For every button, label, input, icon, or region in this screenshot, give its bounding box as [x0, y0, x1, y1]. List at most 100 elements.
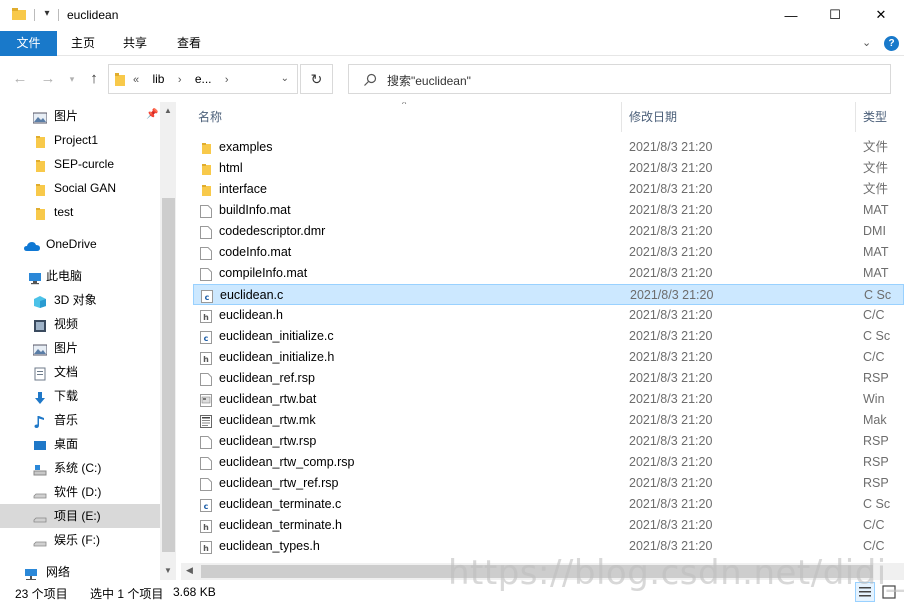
scrollbar-thumb[interactable]: [162, 198, 175, 552]
file-row[interactable]: codedescriptor.dmr 2021/8/3 21:20 DMI: [193, 221, 904, 242]
breadcrumb-item[interactable]: e...: [195, 72, 212, 86]
chevron-right-icon[interactable]: ›: [178, 74, 182, 86]
column-date[interactable]: 修改日期: [629, 102, 677, 132]
sidebar-item[interactable]: 网络: [0, 560, 160, 580]
scroll-up-icon[interactable]: ▲: [164, 106, 172, 115]
drive-icon: [33, 533, 47, 547]
file-row[interactable]: euclidean_rtw.rsp 2021/8/3 21:20 RSP: [193, 431, 904, 452]
sidebar-item-label: 娱乐 (F:): [54, 533, 100, 547]
file-row[interactable]: buildInfo.mat 2021/8/3 21:20 MAT: [193, 200, 904, 221]
sidebar-item[interactable]: 3D 对象: [0, 288, 160, 312]
forward-arrow-icon[interactable]: →: [40, 69, 56, 89]
file-row[interactable]: interface 2021/8/3 21:20 文件: [193, 179, 904, 200]
scroll-left-icon[interactable]: ◀: [186, 565, 193, 576]
folder-icon: [200, 183, 212, 196]
tab-home[interactable]: 主页: [62, 31, 104, 56]
tab-share[interactable]: 共享: [114, 31, 156, 56]
sidebar-item[interactable]: Social GAN: [0, 176, 160, 200]
file-row[interactable]: euclidean_rtw.mk 2021/8/3 21:20 Mak: [193, 410, 904, 431]
search-input[interactable]: 搜索"euclidean": [348, 64, 891, 94]
column-type[interactable]: 类型: [863, 102, 887, 132]
column-divider[interactable]: [855, 102, 856, 132]
help-icon[interactable]: ?: [884, 36, 899, 51]
tab-view[interactable]: 查看: [168, 31, 210, 56]
ribbon-expand-icon[interactable]: ⌄: [862, 36, 871, 49]
sidebar-item[interactable]: 音乐: [0, 408, 160, 432]
address-bar[interactable]: « lib › e... › ⌄: [108, 64, 298, 94]
file-row[interactable]: examples 2021/8/3 21:20 文件: [193, 137, 904, 158]
sidebar-item[interactable]: 此电脑: [0, 264, 160, 288]
file-row[interactable]: h euclidean_initialize.h 2021/8/3 21:20 C/C: [193, 347, 904, 368]
sidebar-item[interactable]: Project1: [0, 128, 160, 152]
file-date: 2021/8/3 21:20: [629, 350, 713, 364]
file-row[interactable]: c euclidean_initialize.c 2021/8/3 21:20 C S…: [193, 326, 904, 347]
svg-text:c: c: [205, 293, 210, 302]
file-row[interactable]: h euclidean_terminate.h 2021/8/3 21:20 C/C: [193, 515, 904, 536]
sidebar-item[interactable]: test: [0, 200, 160, 224]
file-row[interactable]: html 2021/8/3 21:20 文件: [193, 158, 904, 179]
file-name: euclidean_rtw.rsp: [219, 434, 317, 448]
sidebar-item[interactable]: OneDrive: [0, 232, 160, 256]
file-row[interactable]: euclidean_rtw.bat 2021/8/3 21:20 Win: [193, 389, 904, 410]
quick-access-dropdown-icon[interactable]: ▾: [41, 6, 53, 22]
sidebar-item[interactable]: SEP-curcle: [0, 152, 160, 176]
sidebar-item[interactable]: 娱乐 (F:): [0, 528, 160, 552]
navigation-pane: 📌 ▲ ▼ 图片 Project1 SEP-curcle Social GAN test…: [0, 102, 176, 580]
breadcrumb-item[interactable]: lib: [152, 72, 164, 86]
folder-icon: [33, 133, 47, 148]
sidebar-item[interactable]: 项目 (E:): [0, 504, 160, 528]
close-button[interactable]: ✕: [858, 0, 904, 30]
folder-icon: [12, 8, 26, 20]
file-type: RSP: [863, 434, 889, 448]
sidebar-item[interactable]: 视频: [0, 312, 160, 336]
sidebar-item-label: OneDrive: [46, 237, 97, 251]
file-row[interactable]: euclidean_rtw_comp.rsp 2021/8/3 21:20 RSP: [193, 452, 904, 473]
file-row[interactable]: c euclidean.c 2021/8/3 21:20 C Sc: [193, 284, 904, 305]
file-row[interactable]: h euclidean.h 2021/8/3 21:20 C/C: [193, 305, 904, 326]
file-date: 2021/8/3 21:20: [630, 288, 714, 302]
chevron-down-icon[interactable]: ⌄: [281, 73, 289, 84]
sidebar-item-label: Social GAN: [54, 181, 117, 195]
chevron-right-icon[interactable]: ›: [225, 74, 229, 86]
refresh-button[interactable]: ↻: [300, 64, 333, 94]
sidebar-item[interactable]: 图片: [0, 336, 160, 360]
minimize-button[interactable]: —: [768, 0, 814, 30]
file-name: euclidean_rtw.mk: [219, 413, 316, 427]
address-row: ← → ▾ ↑ « lib › e... › ⌄ ↻ 搜索"euclidean": [0, 57, 904, 101]
sidebar-item[interactable]: 系统 (C:): [0, 456, 160, 480]
file-type: Win: [863, 392, 885, 406]
file-row[interactable]: compileInfo.mat 2021/8/3 21:20 MAT: [193, 263, 904, 284]
sidebar-item-label: 图片: [54, 341, 79, 355]
column-divider[interactable]: [621, 102, 622, 132]
nav-scrollbar[interactable]: ▲ ▼: [160, 102, 176, 580]
file-row[interactable]: c euclidean_terminate.c 2021/8/3 21:20 C Sc: [193, 494, 904, 515]
breadcrumb-overflow[interactable]: «: [133, 74, 139, 86]
batch-file-icon: [200, 393, 212, 407]
maximize-button[interactable]: ☐: [812, 0, 858, 30]
file-type: C Sc: [863, 497, 891, 511]
sidebar-item[interactable]: 桌面: [0, 432, 160, 456]
sidebar-item[interactable]: 下载: [0, 384, 160, 408]
scroll-down-icon[interactable]: ▼: [164, 566, 172, 575]
file-row[interactable]: euclidean_rtw_ref.rsp 2021/8/3 21:20 RSP: [193, 473, 904, 494]
header-file-icon: h: [200, 519, 212, 533]
tab-file[interactable]: 文件: [0, 31, 57, 56]
sidebar-item[interactable]: 软件 (D:): [0, 480, 160, 504]
recent-locations-icon[interactable]: ▾: [64, 69, 80, 89]
file-name: euclidean_rtw.bat: [219, 392, 317, 406]
sidebar-item[interactable]: 图片: [0, 104, 160, 128]
file-row[interactable]: codeInfo.mat 2021/8/3 21:20 MAT: [193, 242, 904, 263]
column-name[interactable]: 名称: [198, 102, 222, 132]
svg-text:h: h: [203, 355, 209, 364]
file-name: euclidean_terminate.c: [219, 497, 342, 511]
back-arrow-icon[interactable]: ←: [12, 69, 28, 89]
sidebar-item[interactable]: 文档: [0, 360, 160, 384]
folder-icon: [200, 141, 212, 154]
file-type: MAT: [863, 266, 889, 280]
file-type: C Sc: [864, 288, 892, 302]
desktop-icon: [33, 437, 47, 451]
selection-count: 选中 1 个项目: [90, 587, 164, 601]
file-name: compileInfo.mat: [219, 266, 308, 280]
up-arrow-icon[interactable]: ↑: [86, 69, 102, 89]
file-row[interactable]: euclidean_ref.rsp 2021/8/3 21:20 RSP: [193, 368, 904, 389]
